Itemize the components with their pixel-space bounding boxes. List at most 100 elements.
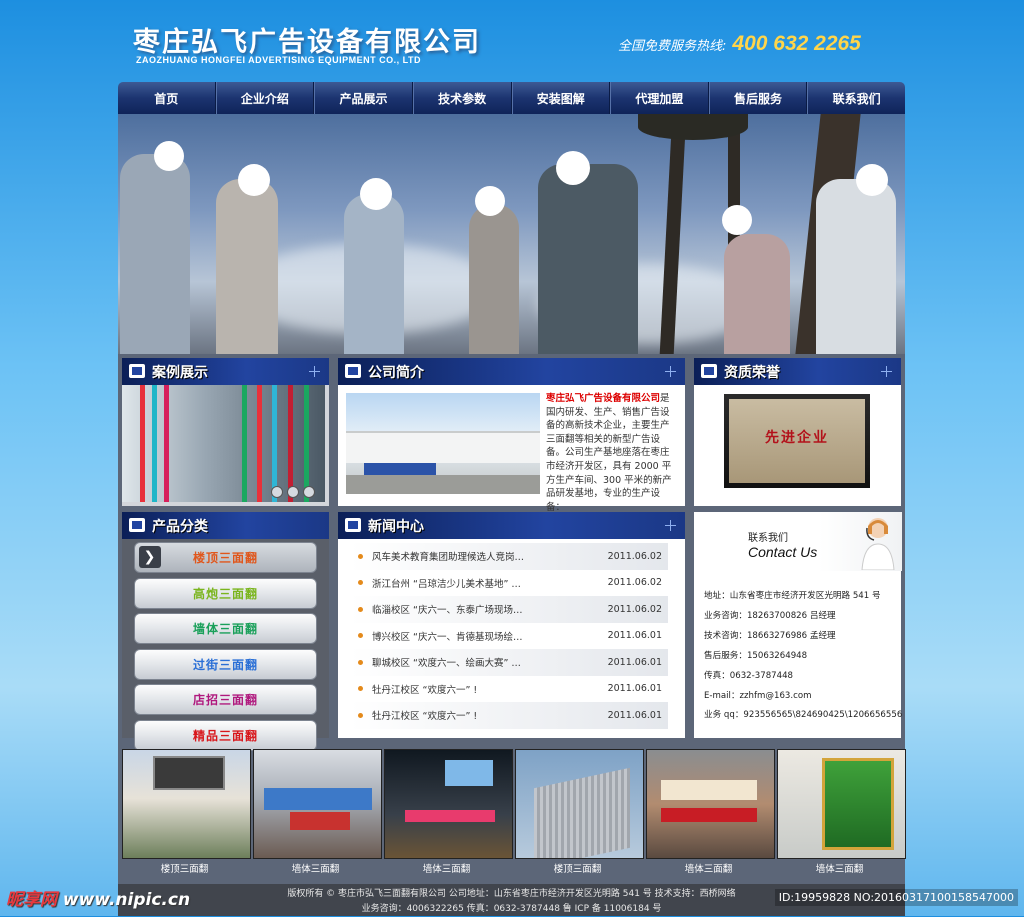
product-panel: 产品分类 ❯ 楼顶三面翻 高炮三面翻 墙体三面翻 过街三面翻 店招三面翻 精品三… xyxy=(122,512,329,751)
intro-panel: 公司简介 枣庄弘飞广告设备有限公司是国内研发、生产、销售广告设备的高新技术企业，… xyxy=(338,358,685,513)
hotline: 全国免费服务热线: 400 632 2265 xyxy=(618,32,861,56)
factory-ground xyxy=(346,475,540,494)
film-icon xyxy=(701,364,717,378)
panel-header: 公司简介 xyxy=(338,358,685,385)
thumbnail-image xyxy=(253,749,382,859)
watermark-logo: 昵享网 www.nipic.cn xyxy=(6,885,190,910)
person-figure xyxy=(338,154,408,354)
honor-panel: 资质荣誉 先进企业 xyxy=(694,358,901,506)
person-figure xyxy=(463,164,523,354)
news-date: 2011.06.02 xyxy=(607,603,662,615)
slide-stripe xyxy=(304,385,309,502)
news-panel: 新闻中心 风车美术教育集团助理候选人竞岗… 2011.06.02 浙江台州 “吕琼… xyxy=(338,512,685,738)
contact-address: 地址：山东省枣庄市经济开发区光明路 541 号 xyxy=(704,591,881,601)
slide-dot[interactable] xyxy=(303,486,315,498)
honor-certificate[interactable]: 先进企业 xyxy=(724,394,870,488)
panel-title-honor: 资质荣誉 xyxy=(724,365,780,381)
news-title: 牡丹江校区 “欢度六一” ! xyxy=(372,684,478,696)
panel-header: 产品分类 xyxy=(122,512,329,539)
slide-stripe xyxy=(272,385,277,502)
billboard xyxy=(290,812,350,830)
product-label: 精品三面翻 xyxy=(192,728,258,743)
product-label: 高炮三面翻 xyxy=(192,586,258,601)
film-icon xyxy=(129,518,145,532)
slide-pager xyxy=(271,486,315,498)
news-item[interactable]: 聊城校区 “欢度六一、绘画大赛” … 2011.06.01 xyxy=(350,649,668,676)
factory-building xyxy=(346,431,540,463)
thumbnail-item[interactable]: 楼顶三面翻 xyxy=(515,749,644,875)
nav-item-installation[interactable]: 安装图解 xyxy=(511,82,611,114)
slide-stripe xyxy=(164,385,169,502)
company-name-en: ZAOZHUANG HONGFEI ADVERTISING EQUIPMENT … xyxy=(136,55,421,65)
billboard xyxy=(661,780,757,800)
plus-icon[interactable] xyxy=(665,520,676,531)
film-icon xyxy=(345,364,361,378)
nav-item-about[interactable]: 企业介绍 xyxy=(215,82,315,114)
news-date: 2011.06.01 xyxy=(607,709,662,721)
thumbnail-item[interactable]: 楼顶三面翻 xyxy=(122,749,251,875)
project-thumbnails: 楼顶三面翻 墙体三面翻 墙体三面翻 楼顶三面翻 墙体三面翻 墙体三面翻 xyxy=(122,749,906,875)
nav-item-products[interactable]: 产品展示 xyxy=(314,82,413,114)
nav-item-tech-specs[interactable]: 技术参数 xyxy=(412,82,512,114)
contact-banner: 联系我们 Contact Us xyxy=(694,512,902,571)
panel-title-intro: 公司简介 xyxy=(368,365,424,381)
nav-item-after-sales[interactable]: 售后服务 xyxy=(708,82,808,114)
plus-icon[interactable] xyxy=(881,366,892,377)
bullet-icon xyxy=(358,553,363,559)
thumbnail-label: 楼顶三面翻 xyxy=(160,864,209,875)
product-label: 墙体三面翻 xyxy=(192,622,258,636)
billboard xyxy=(445,760,493,786)
person-figure xyxy=(118,119,198,354)
news-item[interactable]: 临淄校区 “庆六一、东泰广场现场… 2011.06.02 xyxy=(350,596,668,623)
thumbnail-item[interactable]: 墙体三面翻 xyxy=(384,749,513,875)
case-slide-image[interactable] xyxy=(122,385,325,502)
product-item-storefront[interactable]: 店招三面翻 xyxy=(134,684,317,715)
contact-email[interactable]: E-mail：zzhfm@163.com xyxy=(704,687,900,707)
main-nav: 首页 企业介绍 产品展示 技术参数 安装图解 代理加盟 售后服务 联系我们 xyxy=(118,82,905,114)
product-item-premium[interactable]: 精品三面翻 xyxy=(134,719,317,751)
thumbnail-item[interactable]: 墙体三面翻 xyxy=(646,749,775,875)
hotline-number: 400 632 2265 xyxy=(732,32,861,55)
product-label: 过街三面翻 xyxy=(192,657,258,672)
watermark-url: www.nipic.cn xyxy=(62,890,191,910)
slide-stripe xyxy=(242,385,247,502)
slide-dot[interactable] xyxy=(287,486,299,498)
thumbnail-image xyxy=(646,749,775,859)
slide-dot[interactable] xyxy=(271,486,283,498)
news-item[interactable]: 牡丹江校区 “欢度六一” ! 2011.06.01 xyxy=(350,676,668,703)
bullet-icon xyxy=(358,686,363,692)
slide-stripe xyxy=(140,385,145,502)
product-item-rooftop[interactable]: ❯ 楼顶三面翻 xyxy=(134,542,317,573)
intro-company-name[interactable]: 枣庄弘飞广告设备有限公司 xyxy=(546,393,660,404)
news-list: 风车美术教育集团助理候选人竞岗… 2011.06.02 浙江台州 “吕琼洁少儿美术… xyxy=(350,543,668,729)
product-item-wall[interactable]: 墙体三面翻 xyxy=(134,613,317,644)
product-item-street[interactable]: 过街三面翻 xyxy=(134,648,317,680)
billboard xyxy=(534,767,630,858)
news-item[interactable]: 浙江台州 “吕琼洁少儿美术基地” … 2011.06.02 xyxy=(350,570,668,597)
nav-item-contact[interactable]: 联系我们 xyxy=(807,82,905,114)
thumbnail-image xyxy=(515,749,644,859)
bullet-icon xyxy=(358,606,363,612)
news-item[interactable]: 博兴校区 “庆六一、肯德基现场绘… 2011.06.01 xyxy=(350,623,668,650)
certificate-face: 先进企业 xyxy=(729,399,865,483)
thumbnail-image xyxy=(777,749,906,859)
plus-icon[interactable] xyxy=(665,366,676,377)
billboard xyxy=(153,756,225,790)
thumbnail-item[interactable]: 墙体三面翻 xyxy=(253,749,382,875)
thumbnail-item[interactable]: 墙体三面翻 xyxy=(777,749,906,875)
company-name-cn: 枣庄弘飞广告设备有限公司 xyxy=(133,27,481,58)
contact-title-cn: 联系我们 xyxy=(748,533,788,544)
film-icon xyxy=(345,518,361,532)
billboard xyxy=(822,758,894,850)
palm-frond xyxy=(638,114,748,140)
bullet-icon xyxy=(358,712,363,718)
nav-item-home[interactable]: 首页 xyxy=(118,82,216,114)
contact-panel: 联系我们 Contact Us 地址：山东省枣庄市经济开发区光明路 541 号 … xyxy=(694,512,902,738)
nav-item-agency[interactable]: 代理加盟 xyxy=(610,82,709,114)
billboard xyxy=(264,788,372,810)
plus-icon[interactable] xyxy=(309,366,320,377)
thumbnail-label: 墙体三面翻 xyxy=(422,864,471,875)
product-item-high-pole[interactable]: 高炮三面翻 xyxy=(134,577,317,609)
news-item[interactable]: 牡丹江校区 “欢度六一” ! 2011.06.01 xyxy=(350,702,668,729)
news-item[interactable]: 风车美术教育集团助理候选人竞岗… 2011.06.02 xyxy=(350,543,668,570)
